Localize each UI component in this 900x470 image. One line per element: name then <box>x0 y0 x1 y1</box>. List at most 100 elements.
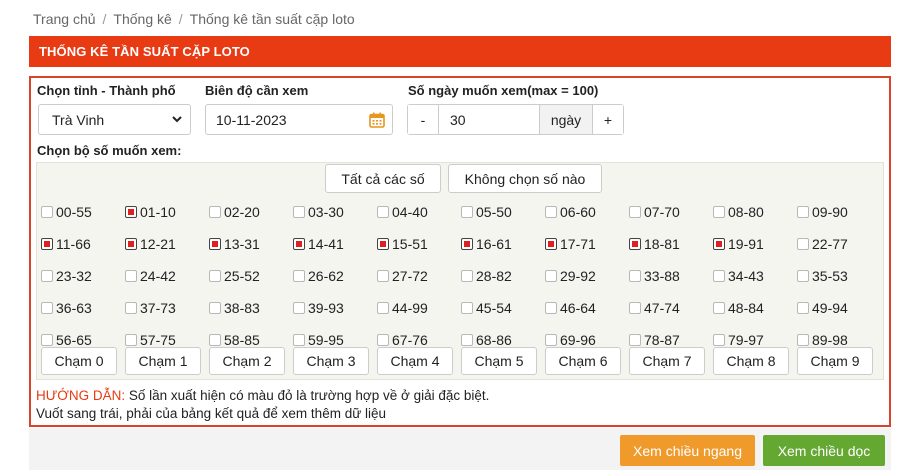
checkbox-unchecked[interactable] <box>461 302 473 314</box>
select-none-button[interactable]: Không chọn số nào <box>448 164 602 193</box>
checkbox-unchecked[interactable] <box>209 206 221 218</box>
checkbox-checked[interactable] <box>545 238 557 250</box>
checkbox-unchecked[interactable] <box>125 334 137 346</box>
days-decrement-button[interactable]: - <box>408 105 438 134</box>
checkbox-unchecked[interactable] <box>629 206 641 218</box>
checkbox-unchecked[interactable] <box>797 238 809 250</box>
checkbox-checked[interactable] <box>377 238 389 250</box>
pair-option[interactable]: 09-90 <box>797 202 848 222</box>
pair-option[interactable]: 48-84 <box>713 298 764 318</box>
pair-option[interactable]: 00-55 <box>41 202 92 222</box>
pair-option[interactable]: 14-41 <box>293 234 344 254</box>
checkbox-checked[interactable] <box>461 238 473 250</box>
checkbox-unchecked[interactable] <box>293 334 305 346</box>
pair-option[interactable]: 18-81 <box>629 234 680 254</box>
pair-option[interactable]: 03-30 <box>293 202 344 222</box>
breadcrumb-home-link[interactable]: Trang chủ <box>33 11 96 27</box>
checkbox-unchecked[interactable] <box>125 270 137 282</box>
checkbox-unchecked[interactable] <box>629 302 641 314</box>
pair-option[interactable]: 33-88 <box>629 266 680 286</box>
checkbox-unchecked[interactable] <box>41 206 53 218</box>
pair-option[interactable]: 12-21 <box>125 234 176 254</box>
pair-option[interactable]: 38-83 <box>209 298 260 318</box>
pair-option[interactable]: 46-64 <box>545 298 596 318</box>
checkbox-unchecked[interactable] <box>797 302 809 314</box>
pair-option[interactable]: 35-53 <box>797 266 848 286</box>
checkbox-unchecked[interactable] <box>461 206 473 218</box>
checkbox-unchecked[interactable] <box>545 334 557 346</box>
pair-option[interactable]: 06-60 <box>545 202 596 222</box>
pair-option[interactable]: 45-54 <box>461 298 512 318</box>
cham-2-button[interactable]: Chạm 2 <box>209 347 285 375</box>
checkbox-unchecked[interactable] <box>797 206 809 218</box>
pair-option[interactable]: 17-71 <box>545 234 596 254</box>
checkbox-checked[interactable] <box>713 238 725 250</box>
pair-option[interactable]: 37-73 <box>125 298 176 318</box>
days-increment-button[interactable]: + <box>593 105 623 134</box>
cham-7-button[interactable]: Chạm 7 <box>629 347 705 375</box>
checkbox-unchecked[interactable] <box>461 270 473 282</box>
pair-option[interactable]: 23-32 <box>41 266 92 286</box>
checkbox-unchecked[interactable] <box>545 302 557 314</box>
pair-option[interactable]: 15-51 <box>377 234 428 254</box>
checkbox-checked[interactable] <box>293 238 305 250</box>
cham-3-button[interactable]: Chạm 3 <box>293 347 369 375</box>
checkbox-unchecked[interactable] <box>377 334 389 346</box>
checkbox-unchecked[interactable] <box>209 270 221 282</box>
checkbox-checked[interactable] <box>41 238 53 250</box>
pair-option[interactable]: 44-99 <box>377 298 428 318</box>
cham-4-button[interactable]: Chạm 4 <box>377 347 453 375</box>
checkbox-unchecked[interactable] <box>629 270 641 282</box>
checkbox-checked[interactable] <box>125 206 137 218</box>
checkbox-unchecked[interactable] <box>629 334 641 346</box>
pair-option[interactable]: 28-82 <box>461 266 512 286</box>
checkbox-unchecked[interactable] <box>377 302 389 314</box>
pair-option[interactable]: 07-70 <box>629 202 680 222</box>
checkbox-unchecked[interactable] <box>545 206 557 218</box>
checkbox-unchecked[interactable] <box>209 302 221 314</box>
pair-option[interactable]: 24-42 <box>125 266 176 286</box>
checkbox-unchecked[interactable] <box>377 206 389 218</box>
checkbox-unchecked[interactable] <box>293 302 305 314</box>
checkbox-checked[interactable] <box>629 238 641 250</box>
cham-1-button[interactable]: Chạm 1 <box>125 347 201 375</box>
pair-option[interactable]: 01-10 <box>125 202 176 222</box>
pair-option[interactable]: 22-77 <box>797 234 848 254</box>
checkbox-unchecked[interactable] <box>41 302 53 314</box>
pair-option[interactable]: 04-40 <box>377 202 428 222</box>
cham-6-button[interactable]: Chạm 6 <box>545 347 621 375</box>
pair-option[interactable]: 16-61 <box>461 234 512 254</box>
pair-option[interactable]: 08-80 <box>713 202 764 222</box>
checkbox-unchecked[interactable] <box>293 206 305 218</box>
view-vertical-button[interactable]: Xem chiều dọc <box>763 435 885 466</box>
checkbox-unchecked[interactable] <box>41 270 53 282</box>
pair-option[interactable]: 36-63 <box>41 298 92 318</box>
checkbox-unchecked[interactable] <box>377 270 389 282</box>
cham-5-button[interactable]: Chạm 5 <box>461 347 537 375</box>
province-select[interactable]: Trà Vinh <box>38 104 191 135</box>
checkbox-unchecked[interactable] <box>713 206 725 218</box>
pair-option[interactable]: 11-66 <box>41 234 91 254</box>
pair-option[interactable]: 05-50 <box>461 202 512 222</box>
pair-option[interactable]: 27-72 <box>377 266 428 286</box>
cham-9-button[interactable]: Chạm 9 <box>797 347 873 375</box>
checkbox-unchecked[interactable] <box>209 334 221 346</box>
checkbox-unchecked[interactable] <box>293 270 305 282</box>
calendar-icon[interactable] <box>369 112 385 128</box>
cham-0-button[interactable]: Chạm 0 <box>41 347 117 375</box>
date-input[interactable]: 10-11-2023 <box>205 104 393 135</box>
pair-option[interactable]: 19-91 <box>713 234 764 254</box>
checkbox-unchecked[interactable] <box>713 270 725 282</box>
pair-option[interactable]: 26-62 <box>293 266 344 286</box>
breadcrumb-statistics-link[interactable]: Thống kê <box>113 11 171 27</box>
pair-option[interactable]: 29-92 <box>545 266 596 286</box>
checkbox-unchecked[interactable] <box>125 302 137 314</box>
pair-option[interactable]: 47-74 <box>629 298 680 318</box>
checkbox-unchecked[interactable] <box>41 334 53 346</box>
checkbox-unchecked[interactable] <box>797 334 809 346</box>
pair-option[interactable]: 49-94 <box>797 298 848 318</box>
checkbox-checked[interactable] <box>209 238 221 250</box>
select-all-button[interactable]: Tất cả các số <box>325 164 441 193</box>
cham-8-button[interactable]: Chạm 8 <box>713 347 789 375</box>
checkbox-unchecked[interactable] <box>797 270 809 282</box>
